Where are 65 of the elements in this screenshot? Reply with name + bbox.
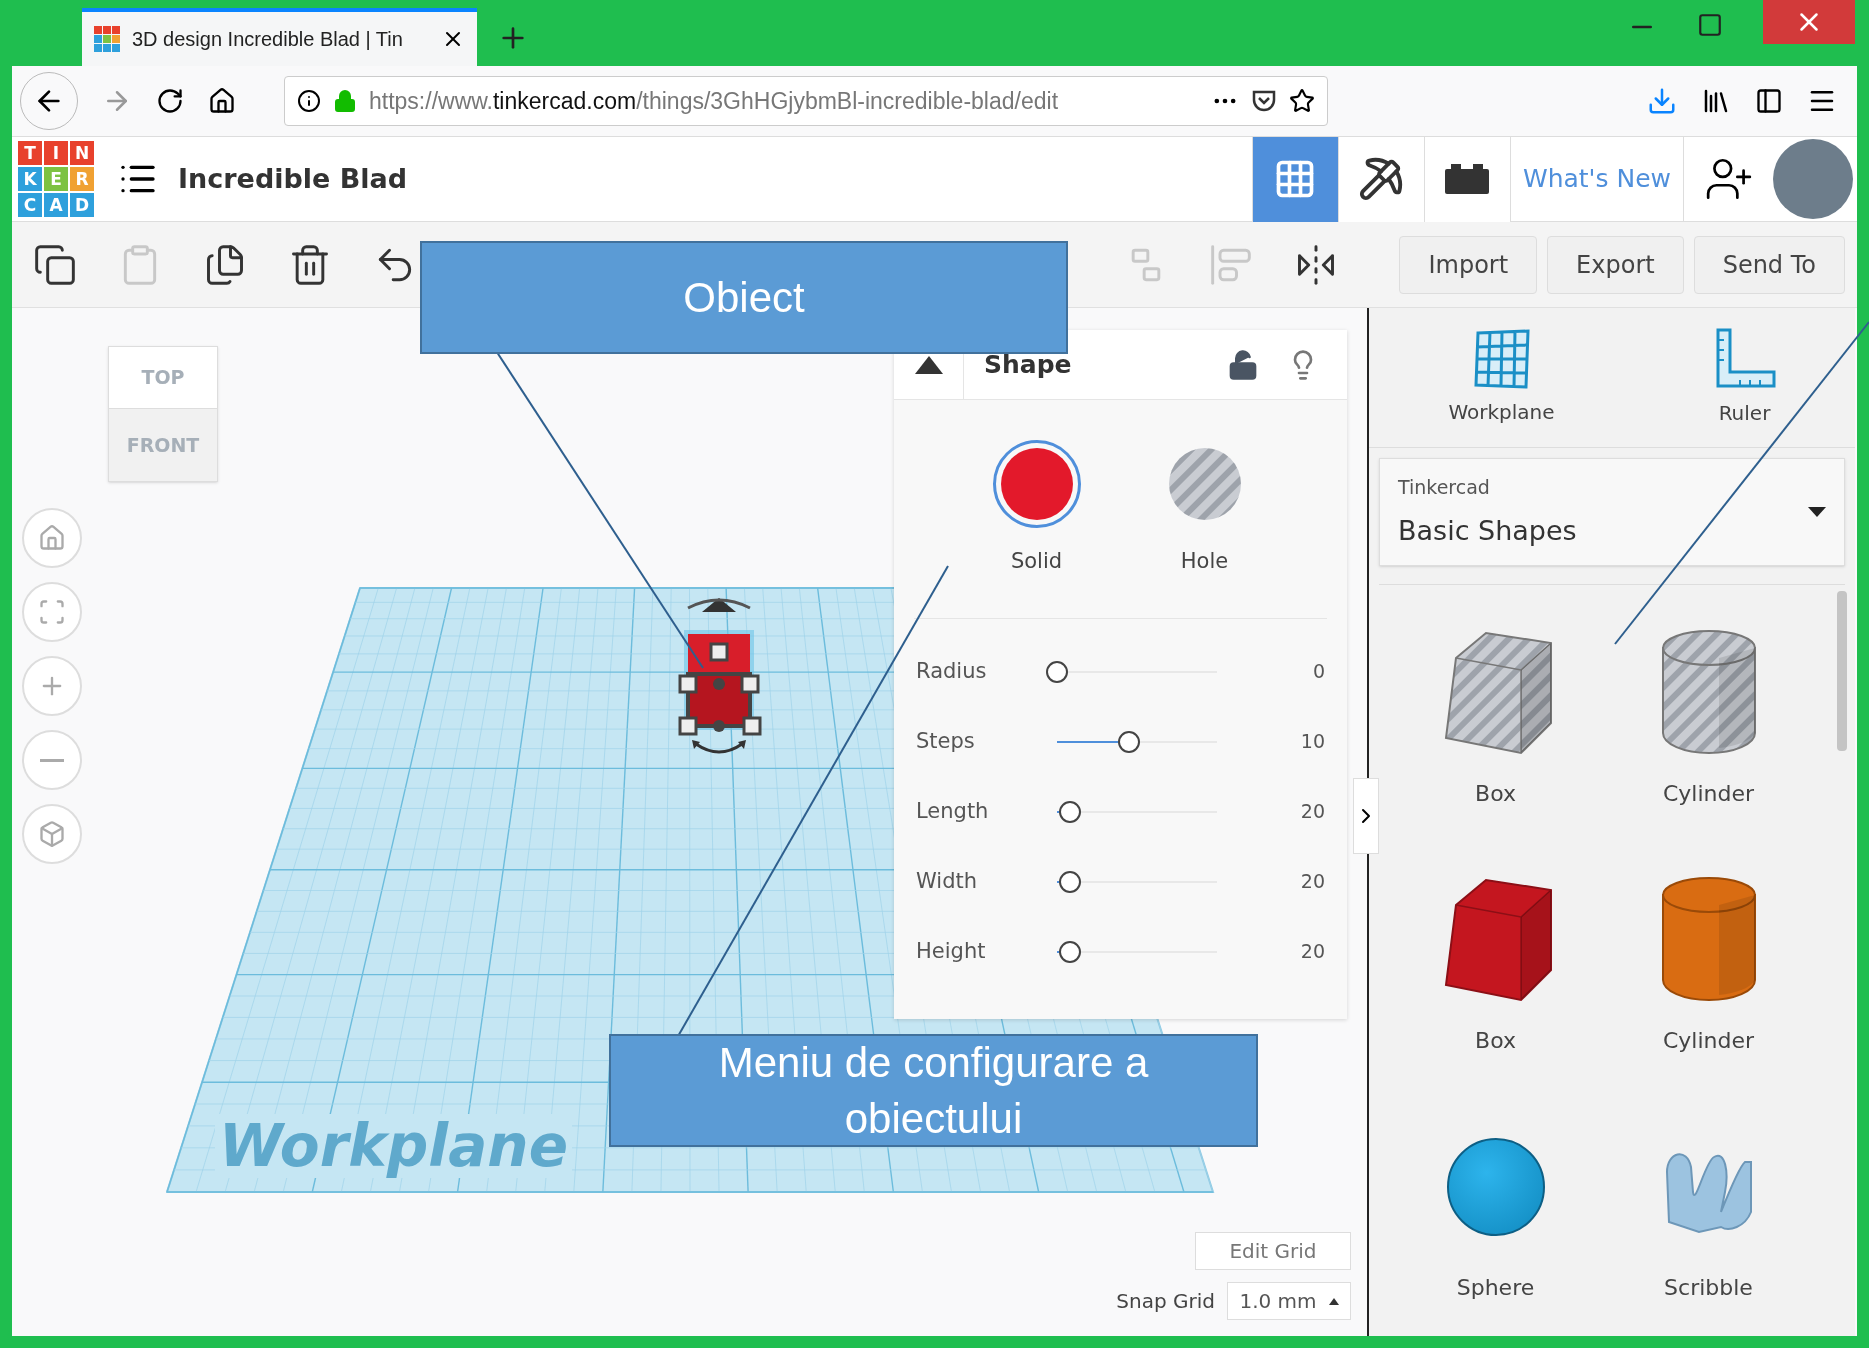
maximize-icon[interactable] (1697, 12, 1723, 38)
reload-icon[interactable] (156, 87, 184, 115)
parameter-value: 10 (1300, 729, 1325, 755)
align-icon (1209, 242, 1253, 287)
brick-icon (1445, 164, 1490, 194)
panel-toggle-button[interactable] (1353, 778, 1379, 854)
striped-circle-icon (1168, 448, 1241, 520)
design-name[interactable]: Incredible Blad (178, 158, 408, 200)
edit-grid-button[interactable]: Edit Grid (1195, 1232, 1351, 1270)
sidebar-icon[interactable] (1755, 87, 1783, 115)
callout-box: Meniu de configurare a obiectului (609, 1034, 1258, 1147)
collapse-triangle-icon[interactable] (914, 355, 943, 374)
toolbar-text-button[interactable]: Export (1547, 235, 1684, 294)
home-icon[interactable] (208, 87, 236, 115)
parameter-value: 20 (1300, 799, 1325, 825)
tab-title: 3D design Incredible Blad | Tin (132, 27, 404, 52)
cube-icon (38, 820, 66, 848)
scrollbar[interactable] (1837, 591, 1847, 751)
fit-view-icon (38, 598, 66, 626)
shape-tile[interactable]: Sphere (1389, 1117, 1602, 1304)
view-mode-button[interactable] (1423, 136, 1510, 222)
pocket-icon[interactable] (1251, 88, 1277, 114)
solid-circle-icon (1000, 448, 1073, 520)
snap-grid-label: Snap Grid (1116, 1288, 1215, 1315)
side-tool-button[interactable]: Workplane (1448, 328, 1555, 427)
url-text: https://www.tinkercad.com/things/3GhHGjybmBl-incredible-blad/edit (369, 86, 1060, 116)
callout-box: Obiect (420, 241, 1068, 354)
parameter-value: 0 (1312, 659, 1325, 685)
caret-down-icon (1808, 507, 1826, 517)
home-icon (38, 524, 66, 552)
star-icon[interactable] (1289, 88, 1315, 114)
parameter-label: Radius (916, 657, 988, 685)
tinkercad-logo[interactable]: T I N K E R C A D (18, 141, 94, 217)
shape-library-dropdown[interactable]: Tinkercad Basic Shapes (1379, 458, 1845, 566)
close-window-button[interactable] (1763, 0, 1855, 44)
address-bar[interactable]: https://www.tinkercad.com/things/3GhHGjybmBl-incredible-blad/edit (284, 76, 1328, 126)
shape-tile[interactable]: Cylinder (1602, 623, 1815, 810)
workplane-watermark: Workplane (215, 1114, 572, 1178)
parameter-label: Width (916, 867, 978, 895)
unlock-icon[interactable] (1227, 348, 1259, 381)
info-icon[interactable] (297, 89, 321, 113)
shape-type-option[interactable]: Hole (1160, 440, 1249, 578)
shape-tile[interactable]: Box (1389, 870, 1602, 1057)
parameter-label: Height (916, 937, 987, 965)
snap-grid-dropdown[interactable]: 1.0 mm (1227, 1282, 1351, 1320)
browser-tab[interactable]: 3D design Incredible Blad | Tin (82, 8, 477, 66)
pickaxe-icon (1358, 156, 1405, 202)
toolbar-text-button[interactable]: Send To (1693, 235, 1845, 294)
side-tool-button[interactable]: Ruler (1713, 327, 1776, 428)
parameter-value: 20 (1300, 939, 1325, 965)
parameter-label: Steps (916, 727, 976, 755)
site-favicon (94, 26, 120, 52)
zoom-out-icon (40, 758, 64, 762)
caret-up-icon (1328, 1297, 1339, 1305)
toolbar-text-button[interactable]: Import (1399, 235, 1538, 294)
parameter-label: Length (916, 797, 990, 825)
view-mode-button[interactable] (1337, 136, 1424, 222)
shape-tile[interactable]: Scribble (1602, 1117, 1815, 1304)
parameter-value: 20 (1300, 869, 1325, 895)
shape-tile[interactable]: Cylinder (1602, 870, 1815, 1057)
shape-tile[interactable]: Box (1389, 623, 1602, 810)
copy-icon (33, 242, 77, 287)
download-icon[interactable] (1647, 86, 1677, 116)
grid-plane-icon (1471, 328, 1532, 389)
lock-icon (333, 89, 357, 113)
